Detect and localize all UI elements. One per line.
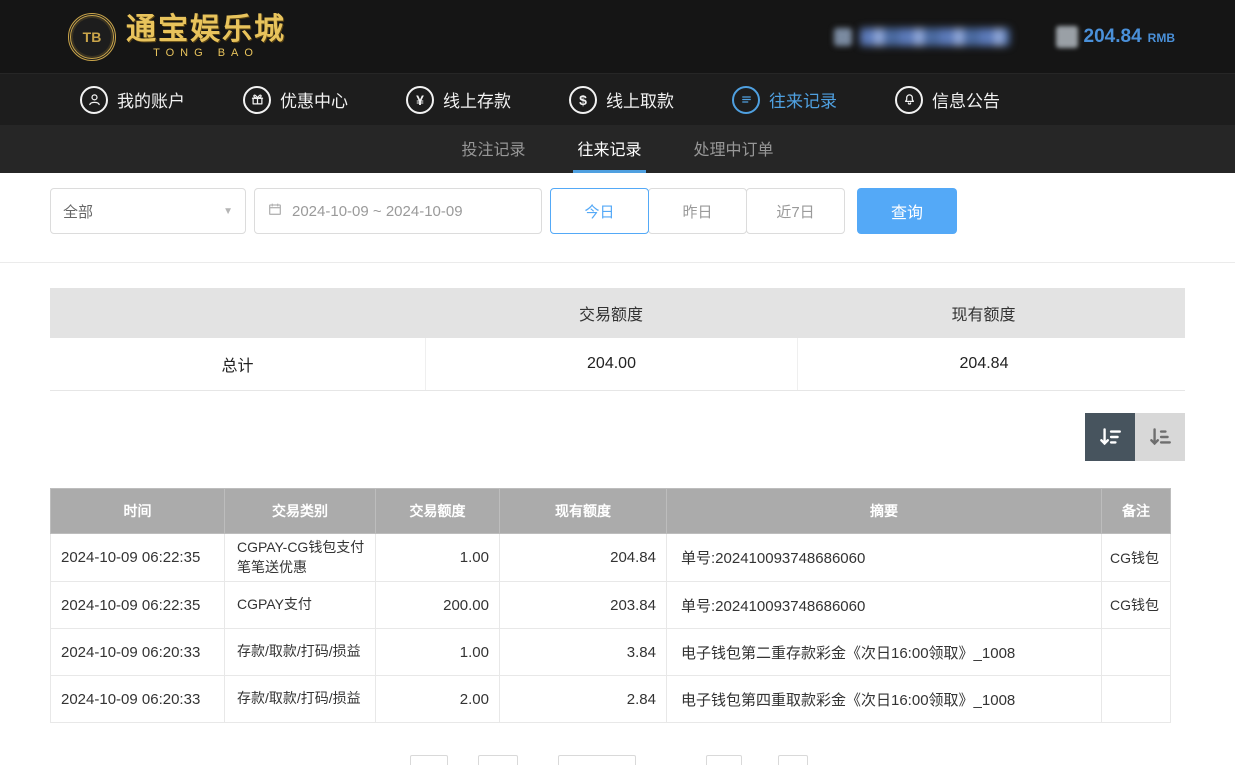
search-button[interactable]: 查询 <box>857 188 957 234</box>
summary-header-amount: 交易额度 <box>425 288 797 338</box>
quick-filter-last7days[interactable]: 近7日 <box>746 188 845 234</box>
balance-amount: 204.84 <box>1084 26 1142 48</box>
sub-nav: 投注记录 往来记录 处理中订单 <box>0 125 1235 173</box>
tab-transaction-records[interactable]: 往来记录 <box>573 136 645 173</box>
logo-subtitle: TONG BAO <box>126 48 286 59</box>
username-blurred <box>834 28 1010 46</box>
cell-summary: 单号:202410093748686060 <box>667 534 1102 582</box>
cell-note: CG钱包 <box>1102 534 1171 582</box>
user-avatar-icon <box>834 28 852 46</box>
cell-type: 存款/取款/打码/损益 <box>225 629 376 676</box>
cell-time: 2024-10-09 06:20:33 <box>51 676 225 723</box>
cell-summary: 电子钱包第四重取款彩金《次日16:00领取》_1008 <box>667 676 1102 723</box>
quick-filter-today[interactable]: 今日 <box>550 188 649 234</box>
cell-type: 存款/取款/打码/损益 <box>225 676 376 723</box>
table-row: 2024-10-09 06:20:33 存款/取款/打码/损益 2.00 2.8… <box>51 676 1171 723</box>
cell-amount: 1.00 <box>376 534 500 582</box>
logo-chip-icon: TB <box>68 13 116 61</box>
quick-filter-yesterday[interactable]: 昨日 <box>648 188 747 234</box>
cell-type: CGPAY支付 <box>225 582 376 629</box>
date-range-input[interactable]: 2024-10-09 ~ 2024-10-09 <box>254 188 542 234</box>
topbar: TB 通宝娱乐城 TONG BAO 204.84 RMB <box>0 0 1235 73</box>
balance-currency: RMB <box>1148 31 1175 45</box>
cell-note: CG钱包 <box>1102 582 1171 629</box>
cell-balance: 2.84 <box>500 676 667 723</box>
nav-item-transaction-records[interactable]: 往来记录 <box>732 86 837 114</box>
summary-total-label: 总计 <box>50 338 425 390</box>
pagination-button[interactable] <box>478 755 518 765</box>
gift-icon <box>243 86 271 114</box>
sort-descending-button[interactable] <box>1085 413 1135 461</box>
wallet-icon <box>1056 26 1078 48</box>
cell-balance: 203.84 <box>500 582 667 629</box>
nav-item-online-withdraw[interactable]: $ 线上取款 <box>569 86 674 114</box>
tab-processing-orders[interactable]: 处理中订单 <box>690 136 778 173</box>
bell-icon <box>895 86 923 114</box>
cell-summary: 单号:202410093748686060 <box>667 582 1102 629</box>
page: TB 通宝娱乐城 TONG BAO 204.84 RMB 我的账户 <box>0 0 1235 765</box>
filter-bar: 全部 ▼ 2024-10-09 ~ 2024-10-09 今日 昨日 近7日 查… <box>0 173 1235 234</box>
pagination-button[interactable] <box>706 755 742 765</box>
tab-betting-records[interactable]: 投注记录 <box>457 136 529 173</box>
summary-total-amount: 204.00 <box>425 338 797 390</box>
cell-time: 2024-10-09 06:20:33 <box>51 629 225 676</box>
col-header-time: 时间 <box>51 489 225 534</box>
date-range-value: 2024-10-09 ~ 2024-10-09 <box>292 203 463 220</box>
nav-item-my-account[interactable]: 我的账户 <box>80 86 185 114</box>
col-header-amount: 交易额度 <box>376 489 500 534</box>
pagination-button[interactable] <box>778 755 808 765</box>
balance: 204.84 RMB <box>1056 26 1175 48</box>
sort-ascending-button[interactable] <box>1135 413 1185 461</box>
cell-amount: 1.00 <box>376 629 500 676</box>
cell-amount: 2.00 <box>376 676 500 723</box>
type-select[interactable]: 全部 ▼ <box>50 188 246 234</box>
nav-item-promotions[interactable]: 优惠中心 <box>243 86 348 114</box>
type-select-value: 全部 <box>63 201 93 222</box>
logo: TB 通宝娱乐城 TONG BAO <box>68 13 286 61</box>
records-icon <box>732 86 760 114</box>
col-header-balance: 现有额度 <box>500 489 667 534</box>
pagination-button[interactable] <box>410 755 448 765</box>
summary-header-row: 交易额度 现有额度 <box>50 288 1185 338</box>
summary-table: 交易额度 现有额度 总计 204.00 204.84 <box>50 288 1185 391</box>
cell-balance: 3.84 <box>500 629 667 676</box>
table-row: 2024-10-09 06:20:33 存款/取款/打码/损益 1.00 3.8… <box>51 629 1171 676</box>
withdraw-coin-icon: $ <box>569 86 597 114</box>
cell-time: 2024-10-09 06:22:35 <box>51 582 225 629</box>
records-table: 时间 交易类别 交易额度 现有额度 摘要 备注 2024-10-09 06:22… <box>50 488 1171 723</box>
table-row: 2024-10-09 06:22:35 CGPAY支付 200.00 203.8… <box>51 582 1171 629</box>
calendar-icon <box>267 201 283 221</box>
col-header-note: 备注 <box>1102 489 1171 534</box>
cell-summary: 电子钱包第二重存款彩金《次日16:00领取》_1008 <box>667 629 1102 676</box>
cell-type: CGPAY-CG钱包支付笔笔送优惠 <box>225 534 376 582</box>
summary-header-blank <box>50 288 425 338</box>
summary-total-row: 总计 204.00 204.84 <box>50 338 1185 391</box>
main-nav: 我的账户 优惠中心 ¥ 线上存款 $ 线上取款 往来记录 <box>0 73 1235 125</box>
nav-item-announcements[interactable]: 信息公告 <box>895 86 1000 114</box>
col-header-summary: 摘要 <box>667 489 1102 534</box>
table-row: 2024-10-09 06:22:35 CGPAY-CG钱包支付笔笔送优惠 1.… <box>51 534 1171 582</box>
cell-time: 2024-10-09 06:22:35 <box>51 534 225 582</box>
cell-note <box>1102 629 1171 676</box>
sort-toolbar <box>50 413 1185 461</box>
cell-note <box>1102 676 1171 723</box>
cell-balance: 204.84 <box>500 534 667 582</box>
summary-header-balance: 现有额度 <box>797 288 1170 338</box>
logo-title: 通宝娱乐城 <box>126 15 286 45</box>
deposit-coin-icon: ¥ <box>406 86 434 114</box>
nav-item-online-deposit[interactable]: ¥ 线上存款 <box>406 86 511 114</box>
cell-amount: 200.00 <box>376 582 500 629</box>
chevron-down-icon: ▼ <box>223 206 233 217</box>
divider <box>0 262 1235 263</box>
col-header-type: 交易类别 <box>225 489 376 534</box>
username-redacted-block <box>860 28 1010 46</box>
pagination-input[interactable] <box>558 755 636 765</box>
summary-total-balance: 204.84 <box>797 338 1170 390</box>
user-icon <box>80 86 108 114</box>
records-header-row: 时间 交易类别 交易额度 现有额度 摘要 备注 <box>51 489 1171 534</box>
